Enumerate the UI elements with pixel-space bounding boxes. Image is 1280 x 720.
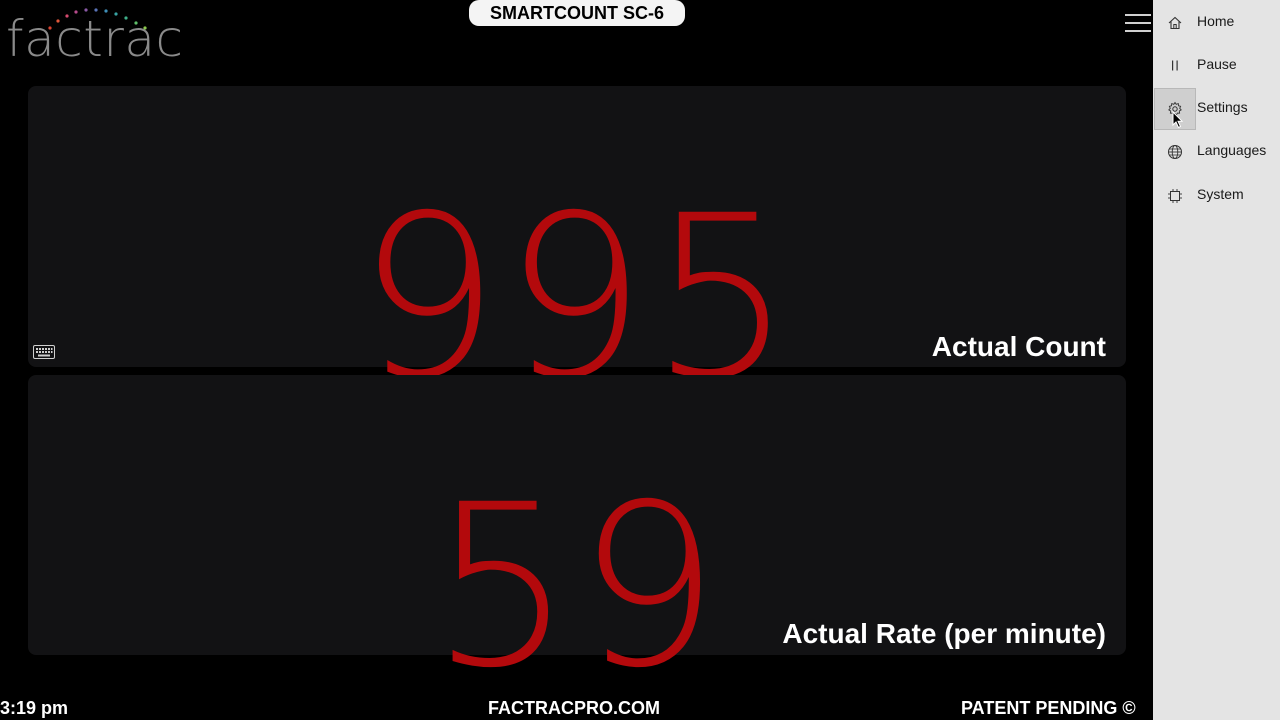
mouse-cursor-icon	[1172, 111, 1184, 129]
device-title: SMARTCOUNT SC-6	[469, 0, 685, 26]
actual-rate-panel: 59 Actual Rate (per minute)	[28, 375, 1126, 699]
menu-item-home[interactable]: Home	[1153, 2, 1280, 42]
website-link: FACTRACPRO.COM	[488, 698, 660, 718]
side-menu: Home Pause Settings Languages System	[1153, 0, 1280, 720]
menu-item-pause[interactable]: Pause	[1153, 45, 1280, 85]
menu-item-system[interactable]: System	[1153, 175, 1280, 215]
patent-notice: PATENT PENDING ©	[961, 698, 1136, 718]
pause-icon	[1167, 58, 1183, 74]
menu-item-languages[interactable]: Languages	[1153, 131, 1280, 171]
clock-time: 3:19 pm	[0, 698, 69, 718]
menu-item-settings[interactable]: Settings	[1153, 88, 1280, 130]
chip-icon	[1167, 188, 1183, 204]
actual-count-panel: 995 Actual Count	[28, 86, 1126, 410]
menu-label-pause: Pause	[1197, 56, 1237, 72]
actual-count-label: Actual Count	[931, 331, 1106, 362]
app-window: factrac SMARTCOUNT SC-6 995 Actual Count…	[0, 0, 1280, 720]
globe-icon	[1167, 144, 1183, 160]
logo-text: factrac	[6, 10, 184, 68]
home-icon	[1167, 15, 1183, 31]
menu-label-settings: Settings	[1197, 99, 1248, 115]
menu-label-system: System	[1197, 186, 1244, 202]
menu-label-languages: Languages	[1197, 142, 1267, 158]
factrac-logo: factrac	[6, 6, 218, 68]
actual-rate-label: Actual Rate (per minute)	[782, 618, 1106, 649]
actual-rate-value: 59	[430, 456, 724, 717]
keyboard-icon[interactable]	[33, 344, 55, 360]
hamburger-icon[interactable]	[1124, 12, 1152, 34]
menu-label-home: Home	[1197, 13, 1235, 29]
